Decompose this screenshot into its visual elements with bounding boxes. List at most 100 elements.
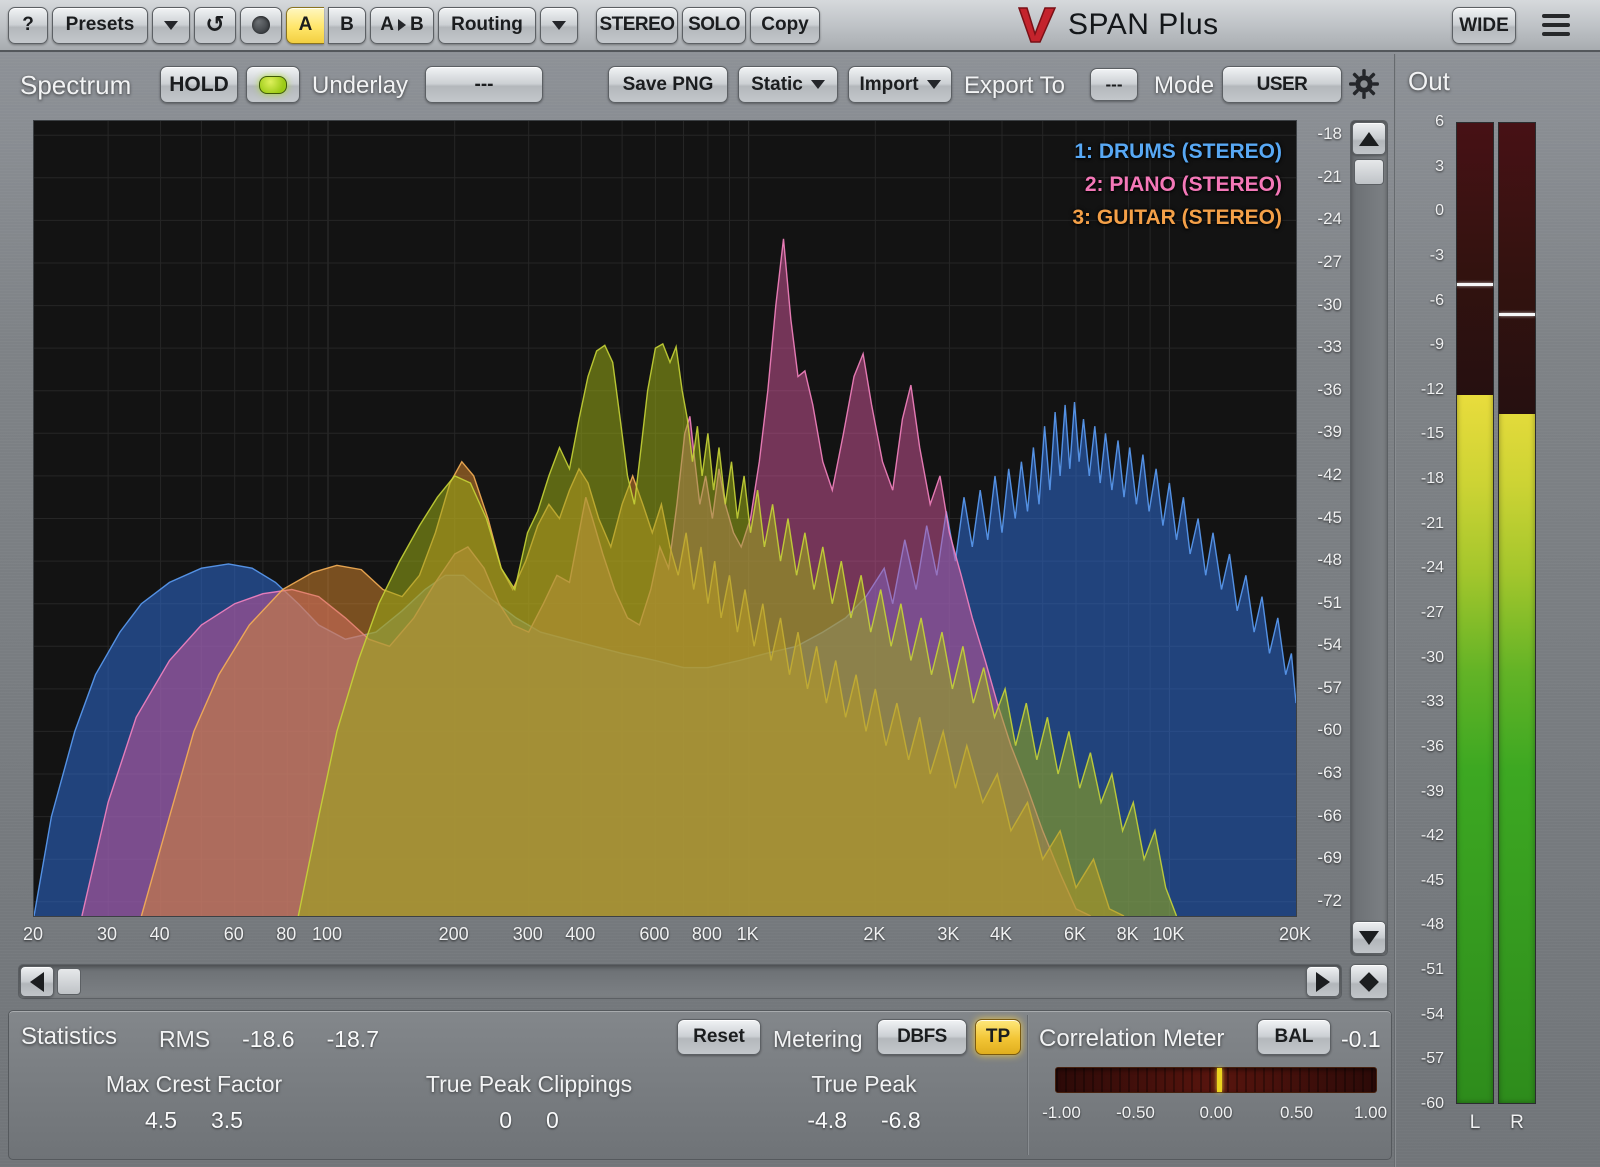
- led-off-icon: [252, 16, 270, 34]
- undo-button[interactable]: ↺: [194, 7, 236, 44]
- led-on-icon: [259, 76, 287, 94]
- spectrum-tab-label: Spectrum: [20, 70, 131, 101]
- db-tick-label: -18: [1317, 124, 1342, 144]
- meter-peak-marker: [1499, 313, 1535, 316]
- underlay-led-button[interactable]: [246, 66, 300, 103]
- reset-button[interactable]: Reset: [677, 1019, 761, 1055]
- meter-bar[interactable]: [1456, 122, 1494, 1104]
- bal-button[interactable]: BAL: [1257, 1019, 1331, 1055]
- scroll-up-button[interactable]: [1352, 122, 1386, 155]
- menu-button[interactable]: [1540, 12, 1572, 38]
- hamburger-icon: [1542, 14, 1570, 18]
- db-tick-label: -21: [1317, 167, 1342, 187]
- scroll-right-button[interactable]: [1306, 966, 1340, 997]
- freq-tick-label: 20: [23, 924, 43, 945]
- horizontal-scrollbar[interactable]: [18, 964, 1342, 999]
- presets-dropdown-button[interactable]: [152, 7, 190, 44]
- ab-toggle-b[interactable]: B: [328, 7, 366, 44]
- freq-tick-label: 8K: [1117, 924, 1139, 945]
- dbfs-button[interactable]: DBFS: [877, 1019, 967, 1055]
- vertical-scrollbar[interactable]: [1350, 120, 1388, 956]
- compare-led-button[interactable]: [240, 7, 282, 44]
- true-peak-clippings-group: True Peak Clippings 00: [369, 1071, 689, 1134]
- routing-dropdown-button[interactable]: [540, 7, 578, 44]
- freq-tick-label: 300: [513, 924, 543, 945]
- import-label: Import: [859, 74, 918, 96]
- horizontal-scroll-thumb[interactable]: [57, 968, 81, 995]
- static-dropdown-button[interactable]: Static: [738, 66, 838, 103]
- import-dropdown-button[interactable]: Import: [848, 66, 952, 103]
- statistics-panel: Statistics RMS -18.6 -18.7 Reset Meterin…: [8, 1010, 1392, 1160]
- export-to-value-button[interactable]: ---: [1090, 68, 1138, 101]
- meter-scale-label: -12: [1421, 381, 1444, 399]
- mode-value-button[interactable]: USER: [1222, 66, 1342, 103]
- meter-scale-label: -36: [1421, 738, 1444, 756]
- freq-tick-label: 3K: [937, 924, 959, 945]
- vertical-scroll-thumb[interactable]: [1354, 159, 1384, 185]
- meter-scale-label: -48: [1421, 916, 1444, 934]
- db-tick-label: -27: [1317, 252, 1342, 272]
- legend-item: 3: GUITAR (STEREO): [1072, 201, 1282, 234]
- hamburger-icon: [1542, 23, 1570, 27]
- spectrum-plot: [34, 121, 1296, 916]
- freq-tick-label: 400: [565, 924, 595, 945]
- tp-button[interactable]: TP: [975, 1019, 1021, 1055]
- db-axis: -18-21-24-27-30-33-36-39-42-45-48-51-54-…: [1302, 120, 1344, 915]
- save-png-button[interactable]: Save PNG: [608, 66, 728, 103]
- db-tick-label: -45: [1317, 508, 1342, 528]
- solo-label: SOLO: [688, 14, 740, 36]
- scroll-down-button[interactable]: [1352, 921, 1386, 954]
- legend-item: 2: PIANO (STEREO): [1072, 168, 1282, 201]
- freq-tick-label: 40: [150, 924, 170, 945]
- meter-scale-label: -54: [1421, 1006, 1444, 1024]
- freq-tick-label: 1K: [737, 924, 759, 945]
- db-tick-label: -48: [1317, 550, 1342, 570]
- settings-gear-button[interactable]: [1348, 68, 1380, 105]
- freq-tick-label: 80: [276, 924, 296, 945]
- mode-label: Mode: [1154, 72, 1214, 100]
- help-button[interactable]: ?: [8, 7, 48, 44]
- solo-button[interactable]: SOLO: [682, 7, 746, 44]
- zoom-fit-button[interactable]: [1350, 964, 1388, 999]
- chevron-down-icon: [927, 80, 941, 89]
- out-label: Out: [1408, 66, 1450, 97]
- brand: SPAN Plus: [1016, 6, 1219, 44]
- meter-scale-label: -39: [1421, 783, 1444, 801]
- b-label: B: [340, 14, 354, 36]
- routing-button[interactable]: Routing: [438, 7, 536, 44]
- meter-bar[interactable]: [1498, 122, 1536, 1104]
- output-meter[interactable]: [1456, 122, 1536, 1104]
- meter-scale-label: -27: [1421, 604, 1444, 622]
- freq-tick-label: 800: [692, 924, 722, 945]
- correlation-scale-label: -1.00: [1042, 1103, 1081, 1123]
- a-to-b-copy-button[interactable]: A B: [370, 7, 434, 44]
- wide-label: WIDE: [1459, 15, 1509, 37]
- hold-button[interactable]: HOLD: [160, 66, 238, 103]
- ab-toggle-a[interactable]: A: [286, 7, 324, 44]
- gear-icon: [1348, 68, 1380, 100]
- hamburger-icon: [1542, 32, 1570, 36]
- db-tick-label: -63: [1317, 763, 1342, 783]
- arrow-up-icon: [1359, 132, 1379, 146]
- undo-icon: ↺: [205, 12, 224, 38]
- max-crest-factor-label: Max Crest Factor: [49, 1071, 339, 1098]
- underlay-value-button[interactable]: ---: [425, 66, 543, 103]
- chevron-down-icon: [552, 21, 566, 30]
- mode-value: USER: [1257, 74, 1308, 96]
- meter-peak-marker: [1457, 283, 1493, 286]
- tp-label: TP: [986, 1026, 1010, 1048]
- freq-tick-label: 30: [97, 924, 117, 945]
- correlation-scale-label: -0.50: [1116, 1103, 1155, 1123]
- play-right-icon: [398, 19, 406, 31]
- wide-button[interactable]: WIDE: [1452, 7, 1516, 44]
- presets-button[interactable]: Presets: [52, 7, 148, 44]
- spectrum-display[interactable]: 1: DRUMS (STEREO) 2: PIANO (STEREO) 3: G…: [33, 120, 1297, 917]
- copy-button[interactable]: Copy: [750, 7, 820, 44]
- spectrum-legend: 1: DRUMS (STEREO) 2: PIANO (STEREO) 3: G…: [1072, 135, 1282, 234]
- meter-unlit: [1499, 123, 1535, 414]
- scroll-left-button[interactable]: [20, 966, 54, 997]
- export-to-value: ---: [1106, 75, 1123, 95]
- stereo-button[interactable]: STEREO: [596, 7, 678, 44]
- correlation-bar[interactable]: [1055, 1067, 1377, 1093]
- statistics-tab-label: Statistics: [21, 1023, 117, 1051]
